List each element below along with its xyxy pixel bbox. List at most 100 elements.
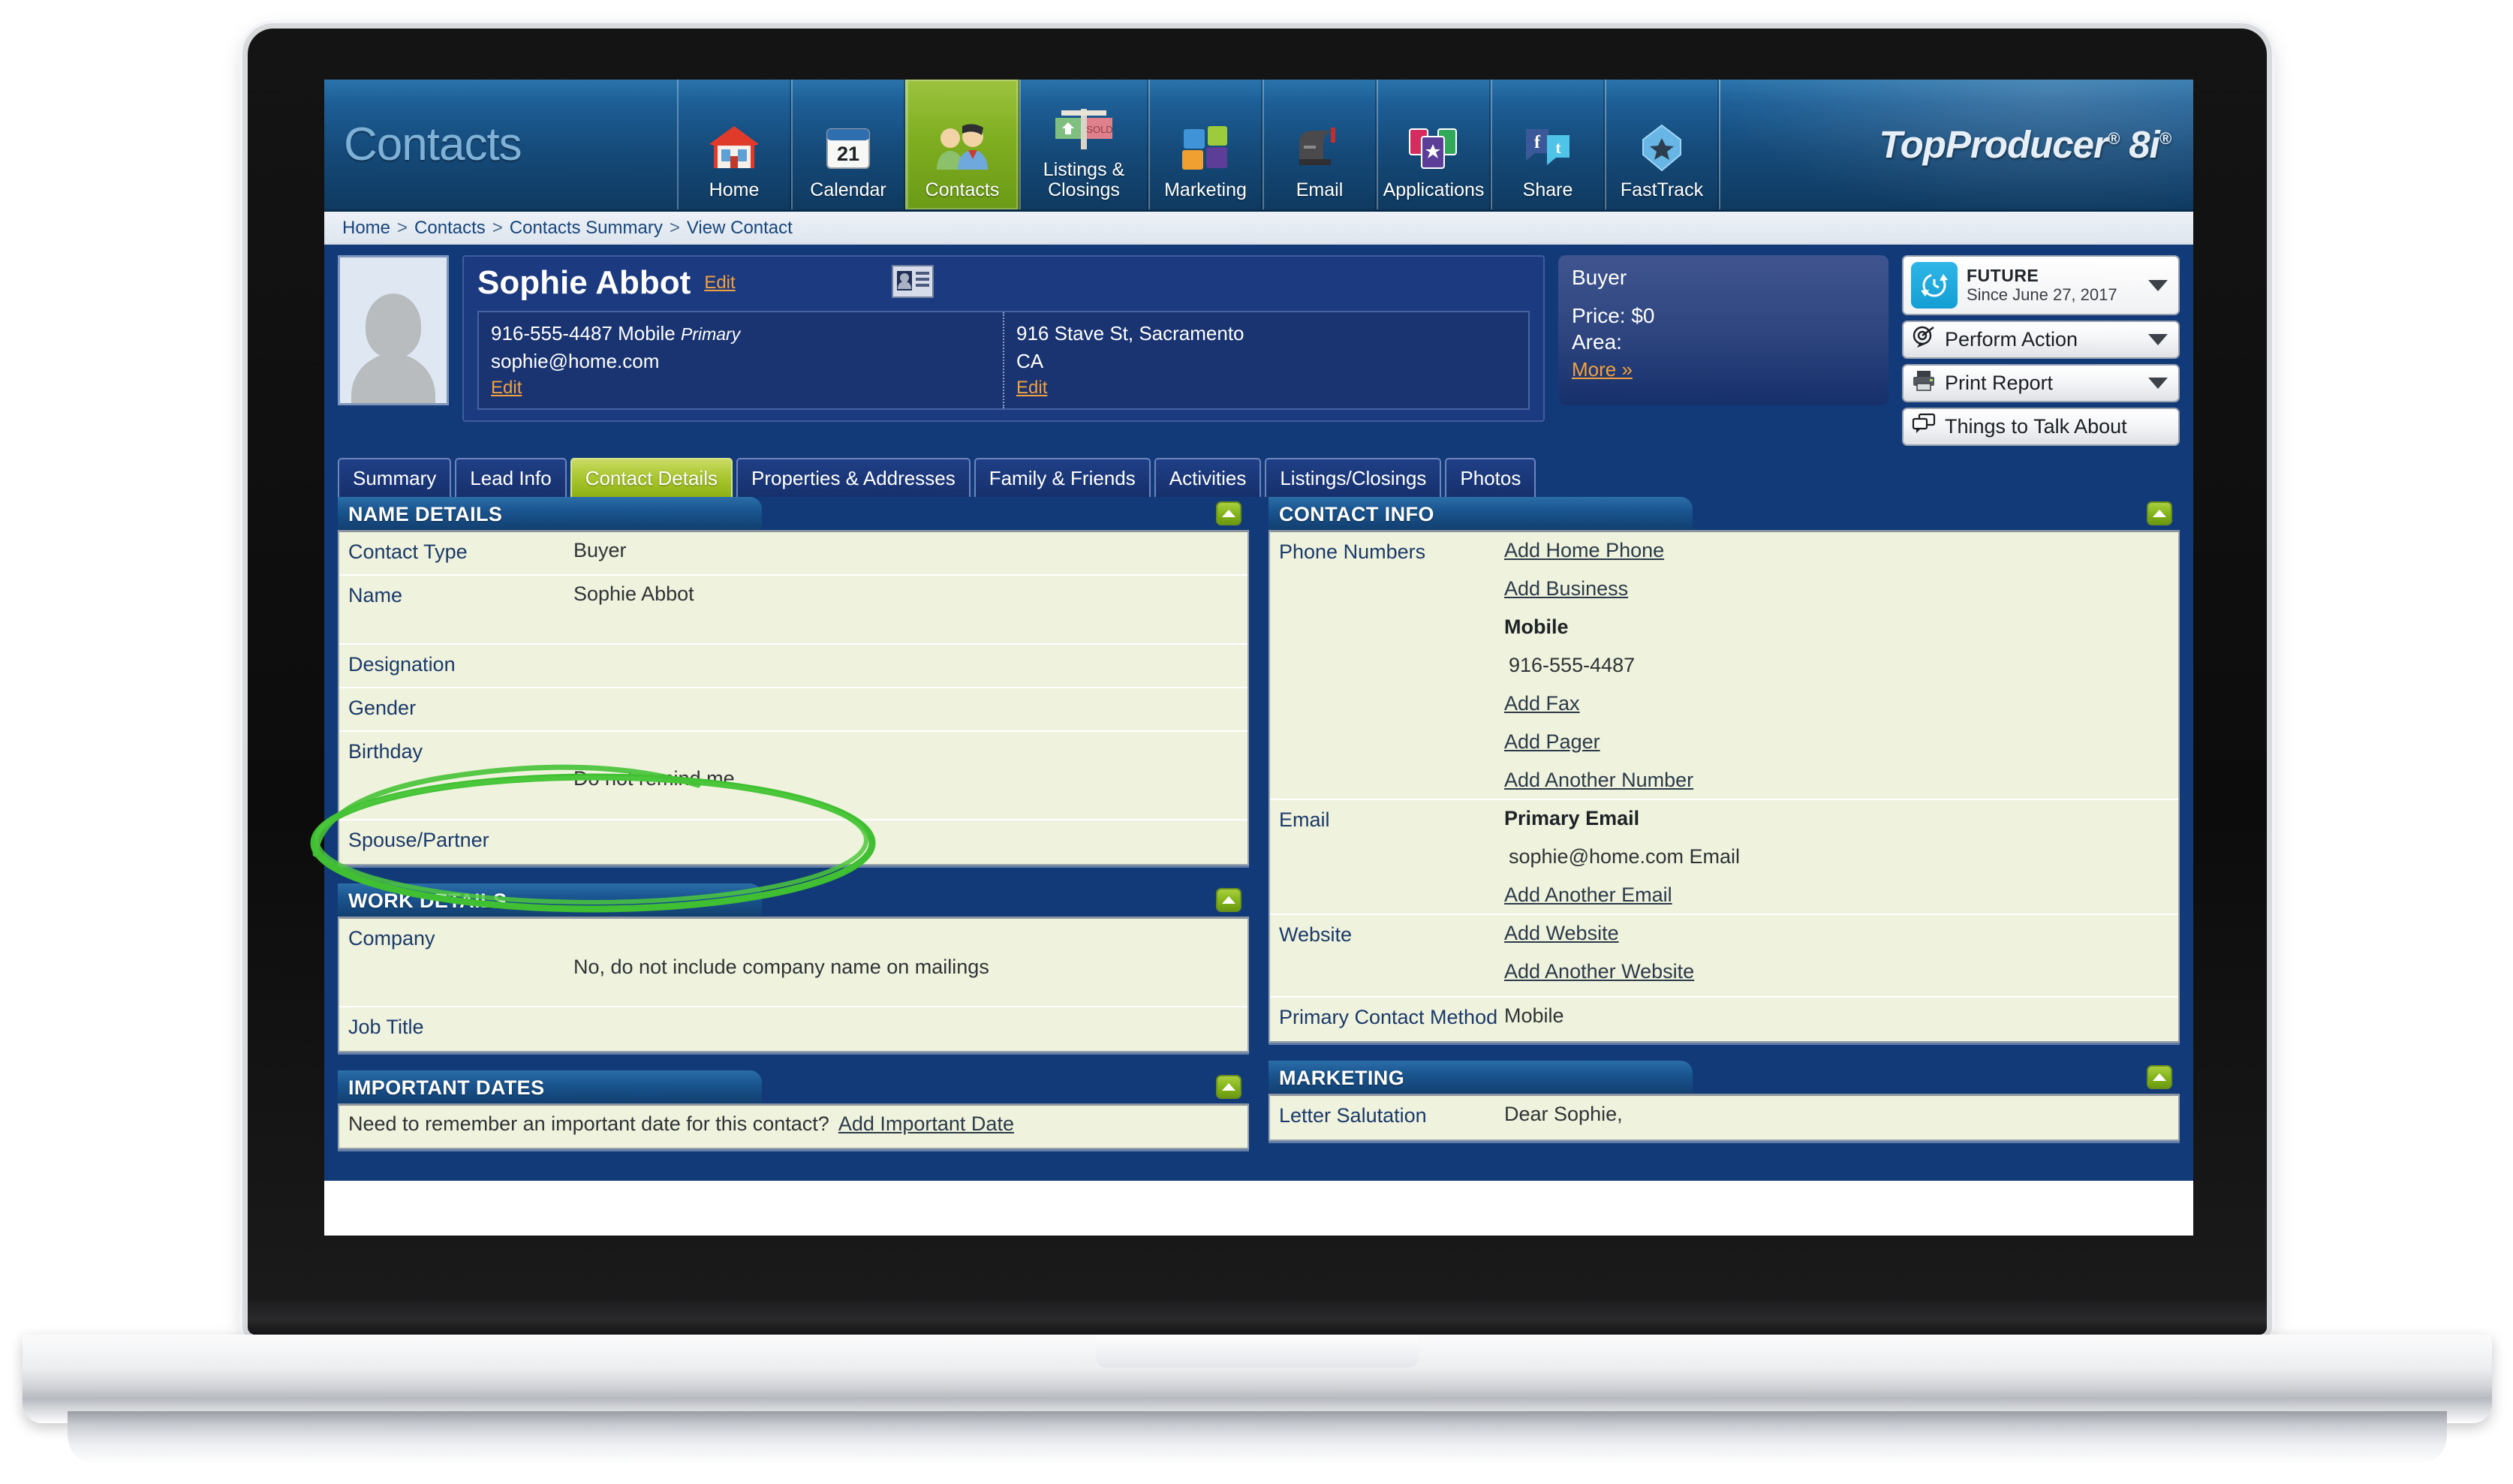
svg-text:21: 21 (837, 143, 859, 165)
svg-text:t: t (1555, 138, 1561, 157)
tab-activities[interactable]: Activities (1154, 458, 1262, 497)
calendar-icon: 21 (823, 116, 873, 180)
nav-item-email[interactable]: Email (1263, 80, 1377, 209)
add-another-email-link[interactable]: Add Another Email (1504, 883, 2169, 907)
future-status-button[interactable]: FUTURE Since June 27, 2017 (1902, 255, 2180, 315)
chevron-down-icon (2148, 334, 2168, 345)
tab-properties-addresses[interactable]: Properties & Addresses (736, 458, 971, 497)
collapse-toggle-important-dates[interactable] (1216, 1075, 1241, 1099)
nav-item-home-label: Home (709, 179, 760, 200)
add-business-link[interactable]: Add Business (1504, 577, 2169, 601)
add-home-phone-link[interactable]: Add Home Phone (1504, 539, 2169, 562)
brand-reg-2: ® (2159, 129, 2171, 148)
nav-item-share[interactable]: f t Share (1491, 80, 1605, 209)
table-row: Name Sophie Abbot (339, 576, 1247, 645)
row-label: Job Title (348, 1016, 424, 1038)
table-row-birthday: Birthday Do not remind me (339, 732, 1247, 820)
panel-contact-info-body: Phone Numbers Add Home Phone Add Busines… (1269, 530, 2180, 1043)
nav-item-marketing[interactable]: Marketing (1148, 80, 1263, 209)
print-report-button[interactable]: Print Report (1902, 364, 2180, 402)
collapse-toggle-work-details[interactable] (1216, 888, 1241, 912)
table-row-website: Website Add Website Add Another Website (1270, 915, 2178, 998)
laptop-screen: Contacts Home 21 Calendar Contacts SOLD … (324, 80, 2193, 1236)
contact-phone-primary-tag: Primary (680, 324, 741, 344)
row-value: Add Website Add Another Website (1504, 922, 2169, 983)
laptop-base-notch (1096, 1335, 1419, 1368)
breadcrumb-item-view-contact[interactable]: View Contact (687, 218, 793, 239)
add-important-date-link[interactable]: Add Important Date (838, 1112, 1014, 1136)
collapse-toggle-contact-info[interactable] (2147, 501, 2172, 525)
contact-header-area: Sophie Abbot Edit 916-555-4487 Mobile Pr… (324, 245, 2193, 446)
future-status-subtitle: Since June 27, 2017 (1967, 284, 2117, 304)
add-another-number-link[interactable]: Add Another Number (1504, 769, 2169, 792)
table-row-email: Email Primary Email sophie@home.com Emai… (1270, 800, 2178, 915)
buyer-more-link[interactable]: More » (1572, 358, 1633, 381)
row-value: No, do not include company name on maili… (573, 956, 989, 978)
row-value: Do not remind me (573, 767, 735, 790)
breadcrumb-item-contacts-summary[interactable]: Contacts Summary (510, 218, 663, 239)
nav-item-listings-closings[interactable]: SOLD Listings & Closings (1019, 80, 1148, 209)
nav-item-contacts-label: Contacts (925, 179, 1000, 200)
things-to-talk-about-label: Things to Talk About (1945, 415, 2127, 438)
nav-item-share-label: Share (1522, 179, 1573, 200)
svg-text:f: f (1534, 133, 1541, 152)
nav-item-fasttrack-label: FastTrack (1620, 179, 1704, 200)
breadcrumb-item-home[interactable]: Home (342, 218, 390, 239)
breadcrumb-item-contacts[interactable]: Contacts (414, 218, 486, 239)
nav-item-applications[interactable]: Applications (1377, 80, 1491, 209)
print-report-label: Print Report (1945, 372, 2054, 394)
table-row: Company No, do not include company name … (339, 919, 1247, 1007)
buyer-card: Buyer Price: $0 Area: More » (1558, 255, 1889, 405)
edit-name-link[interactable]: Edit (704, 272, 735, 293)
page-title: Sophie Abbot (477, 264, 691, 301)
right-column: CONTACT INFO Phone Numbers Add Home Phon… (1269, 497, 2180, 1167)
panel-contact-info: CONTACT INFO Phone Numbers Add Home Phon… (1269, 497, 2180, 1043)
contact-address-line-2: CA (1016, 349, 1044, 372)
important-dates-prompt-row: Need to remember an important date for t… (339, 1106, 1247, 1148)
nav-item-contacts[interactable]: Contacts (905, 80, 1019, 209)
tab-photos[interactable]: Photos (1445, 458, 1536, 497)
brand-model: 8i (2129, 123, 2160, 166)
important-dates-prompt: Need to remember an important date for t… (348, 1112, 829, 1135)
edit-address-link[interactable]: Edit (1016, 375, 1516, 401)
panel-marketing-body: Letter Salutation Dear Sophie, (1269, 1094, 2180, 1141)
row-label: Company (348, 927, 435, 950)
add-website-link[interactable]: Add Website (1504, 922, 2169, 945)
breadcrumb-separator: > (669, 217, 680, 238)
nav-item-fasttrack[interactable]: FastTrack (1605, 80, 1719, 209)
nav-item-calendar[interactable]: 21 Calendar (791, 80, 905, 209)
contact-name-row: Sophie Abbot Edit (477, 264, 1530, 302)
add-another-website-link[interactable]: Add Another Website (1504, 960, 2169, 983)
contact-address-col: 916 Stave St, Sacramento CA Edit (1003, 312, 1528, 408)
perform-action-button[interactable]: Perform Action (1902, 321, 2180, 359)
tab-listings-closings[interactable]: Listings/Closings (1265, 458, 1442, 497)
vcard-icon[interactable] (891, 264, 934, 302)
nav-item-marketing-label: Marketing (1164, 179, 1247, 200)
things-to-talk-about-button[interactable]: Things to Talk About (1902, 408, 2180, 446)
row-value: Add Home Phone Add Business Mobile 916-5… (1504, 539, 2169, 792)
avatar-silhouette-icon (351, 289, 435, 403)
collapse-toggle-name-details[interactable] (1216, 501, 1241, 525)
row-label: Designation (348, 653, 456, 676)
panel-name-details: NAME DETAILS Contact Type Buyer Name Sop… (338, 497, 1249, 865)
tab-summary[interactable]: Summary (338, 458, 452, 497)
screenshot-stage: Contacts Home 21 Calendar Contacts SOLD … (0, 0, 2513, 1484)
row-label: Email (1279, 808, 1330, 831)
add-pager-link[interactable]: Add Pager (1504, 730, 2169, 754)
tab-lead-info[interactable]: Lead Info (455, 458, 567, 497)
contact-email: sophie@home.com (491, 349, 660, 372)
house-icon (706, 116, 762, 180)
nav-item-home[interactable]: Home (677, 80, 791, 209)
tab-contact-details[interactable]: Contact Details (570, 458, 733, 497)
edit-phone-email-link[interactable]: Edit (491, 375, 991, 401)
content-tabs: Summary Lead Info Contact Details Proper… (324, 446, 2193, 497)
collapse-toggle-marketing[interactable] (2147, 1065, 2172, 1089)
contact-header: Sophie Abbot Edit 916-555-4487 Mobile Pr… (338, 255, 2180, 446)
breadcrumb-separator: > (492, 217, 503, 238)
add-fax-link[interactable]: Add Fax (1504, 692, 2169, 715)
panel-work-details-body: Company No, do not include company name … (338, 917, 1249, 1052)
tab-family-friends[interactable]: Family & Friends (974, 458, 1151, 497)
shield-star-icon (1639, 116, 1685, 180)
app-topbar: Contacts Home 21 Calendar Contacts SOLD … (324, 80, 2193, 212)
social-icon: f t (1521, 116, 1574, 180)
